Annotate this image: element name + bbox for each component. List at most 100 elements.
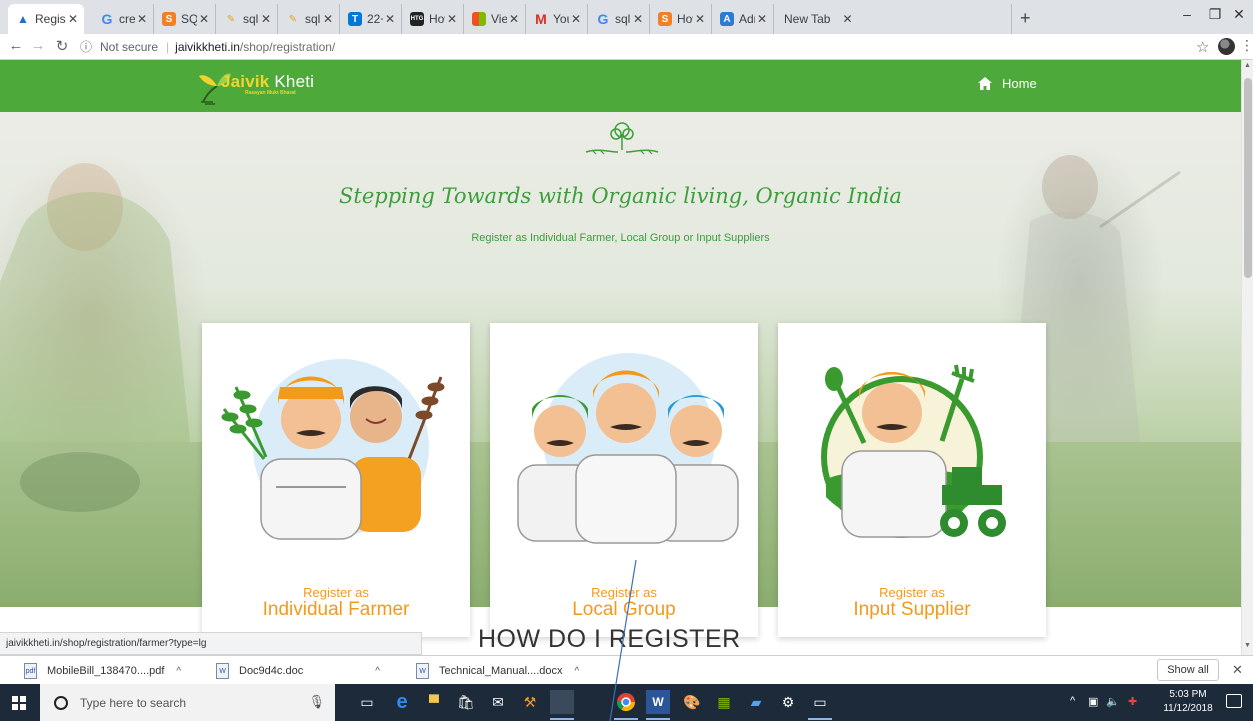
chevron-up-icon[interactable]: ^ — [176, 666, 181, 677]
close-icon[interactable]: ✕ — [693, 12, 707, 26]
scroll-up-arrow[interactable]: ▲ — [1244, 62, 1251, 69]
mail-icon[interactable]: ✉ — [486, 690, 510, 714]
card-local-group[interactable]: Register as Local Group — [490, 323, 758, 637]
hero-tagline: Stepping Towards with Organic living, Or… — [339, 184, 902, 208]
word-icon[interactable]: W — [646, 690, 670, 720]
gmail-icon: M — [535, 11, 547, 27]
tab-sql-se-2[interactable]: ✎ sql se ✕ — [278, 4, 340, 34]
how-do-i-register-heading: HOW DO I REGISTER — [478, 625, 741, 653]
tab-label: SQL S — [181, 12, 197, 26]
menu-icon[interactable]: ⋮ — [1240, 37, 1253, 54]
download-item[interactable]: W Technical_Manual....docx ^ — [416, 661, 579, 681]
download-item[interactable]: W Doc9d4c.doc ^ — [216, 661, 380, 681]
tab-new-tab[interactable]: New Tab ✕ — [774, 4, 1012, 34]
edge-icon[interactable]: e — [390, 690, 414, 714]
tab-22[interactable]: T 22+ ✕ — [340, 4, 402, 34]
settings-gear-icon[interactable]: ⚙ — [776, 690, 800, 714]
download-item[interactable]: pdf MobileBill_138470....pdf ^ — [24, 661, 181, 681]
tab-view[interactable]: View ✕ — [464, 4, 526, 34]
tab-sql-se-1[interactable]: ✎ sql se ✕ — [216, 4, 278, 34]
close-icon[interactable]: ✕ — [197, 12, 211, 26]
card-title[interactable]: Individual Farmer — [202, 599, 470, 621]
tab-label: 22+ — [367, 12, 383, 26]
tools-icon[interactable]: ⚒ — [518, 690, 542, 714]
card-pretitle: Register as — [879, 585, 945, 600]
close-icon[interactable]: ✕ — [507, 12, 521, 26]
tab-how-so[interactable]: S How ✕ — [650, 4, 712, 34]
app-icon: A — [720, 12, 734, 26]
tablet-app-icon[interactable]: ▰ — [744, 690, 768, 714]
show-all-button[interactable]: Show all — [1157, 659, 1219, 681]
card-input-supplier[interactable]: Register as Input Supplier — [778, 323, 1046, 637]
scroll-down-arrow[interactable]: ▼ — [1244, 642, 1251, 649]
close-icon[interactable]: ✕ — [569, 12, 583, 26]
network-icon[interactable]: ▣ — [1088, 695, 1098, 708]
info-icon[interactable]: ⓘ — [80, 40, 92, 54]
card-title[interactable]: Local Group — [490, 599, 758, 621]
pen-icon: ✎ — [226, 13, 236, 25]
link-status-bubble: jaivikkheti.in/shop/registration/farmer?… — [0, 632, 422, 655]
tab-how-htg[interactable]: HTG How ✕ — [402, 4, 464, 34]
scrollbar-thumb[interactable] — [1244, 78, 1252, 278]
browser-toolbar: ← → ↻ ⓘ Not secure | jaivikkheti.in/shop/re… — [0, 34, 1253, 60]
bookmark-star-icon[interactable]: ☆ — [1196, 38, 1209, 56]
store-icon[interactable]: 🛍 — [454, 690, 478, 714]
reload-button[interactable]: ↻ — [52, 37, 72, 55]
microphone-icon[interactable]: 🎙 — [308, 694, 325, 710]
close-icon[interactable]: ✕ — [321, 12, 335, 26]
back-button[interactable]: ← — [6, 37, 26, 54]
close-icon[interactable]: ✕ — [755, 12, 769, 26]
tab-label: View — [491, 12, 507, 26]
close-icon[interactable]: ✕ — [631, 12, 645, 26]
taskbar-clock[interactable]: 5:03 PM 11/12/2018 — [1160, 688, 1216, 716]
tray-chevron-icon[interactable]: ^ — [1070, 695, 1075, 707]
chart-app-icon[interactable]: ▦ — [712, 690, 736, 714]
close-icon[interactable]: ✕ — [259, 12, 273, 26]
page-scrollbar[interactable]: ▲ ▼ — [1241, 60, 1253, 655]
paint-icon[interactable]: 🎨 — [680, 690, 704, 714]
tab-registration[interactable]: ▲ Regis ✕ — [8, 4, 84, 34]
card-individual-farmer[interactable]: Register as Individual Farmer — [202, 323, 470, 637]
tab-label: New Tab — [784, 12, 831, 26]
terminal-icon[interactable]: ▭ — [808, 690, 832, 720]
window-close-button[interactable]: ✕ — [1224, 6, 1253, 23]
tab-google-credit[interactable]: G credi ✕ — [92, 4, 154, 34]
taskbar-search[interactable]: Type here to search 🎙 — [40, 684, 335, 721]
hero-subline: Register as Individual Farmer, Local Gro… — [471, 232, 770, 244]
profile-avatar[interactable] — [1218, 38, 1235, 55]
address-bar[interactable]: ⓘ Not secure | jaivikkheti.in/shop/registra… — [80, 36, 335, 58]
unknown-app-icon[interactable] — [550, 690, 574, 720]
clock-time: 5:03 PM — [1169, 689, 1207, 700]
home-link[interactable]: Home — [978, 76, 1037, 91]
file-explorer-icon[interactable]: ▀ — [422, 690, 446, 714]
card-title[interactable]: Input Supplier — [778, 599, 1046, 621]
forward-button[interactable]: → — [28, 37, 48, 54]
site-logo[interactable]: Jaivik Kheti Rasayan Mukt Bharat — [193, 66, 323, 106]
chevron-up-icon[interactable]: ^ — [575, 666, 580, 677]
tab-google-sql[interactable]: G sql se ✕ — [588, 4, 650, 34]
close-icon[interactable]: ✕ — [445, 12, 459, 26]
close-icon[interactable]: ✕ — [135, 12, 149, 26]
tab-gmail[interactable]: M Your ✕ — [526, 4, 588, 34]
download-filename: Technical_Manual....docx — [439, 665, 563, 677]
clock-date: 11/12/2018 — [1163, 703, 1213, 714]
task-view-icon[interactable]: ▭ — [355, 690, 379, 714]
minimize-button[interactable]: – — [1172, 6, 1202, 22]
new-tab-button[interactable]: + — [1020, 8, 1031, 29]
chrome-icon[interactable] — [614, 690, 638, 720]
volume-icon[interactable]: 🔈 — [1106, 695, 1120, 708]
notification-center-icon[interactable] — [1226, 694, 1242, 708]
close-icon[interactable]: ✕ — [383, 12, 397, 26]
tab-admin[interactable]: A Admi ✕ — [712, 4, 774, 34]
antivirus-icon[interactable]: ✚ — [1128, 695, 1137, 708]
word-file-icon: W — [416, 663, 429, 679]
stackoverflow-icon: S — [658, 12, 672, 26]
tab-label: sql se — [243, 12, 259, 26]
tab-label: Admi — [739, 12, 755, 26]
close-icon[interactable]: ✕ — [840, 12, 854, 26]
windows-start-icon[interactable] — [12, 696, 26, 710]
tab-sql-s[interactable]: S SQL S ✕ — [154, 4, 216, 34]
close-icon[interactable]: ✕ — [1232, 662, 1243, 678]
close-icon[interactable]: ✕ — [66, 12, 80, 26]
chevron-up-icon[interactable]: ^ — [375, 666, 380, 677]
